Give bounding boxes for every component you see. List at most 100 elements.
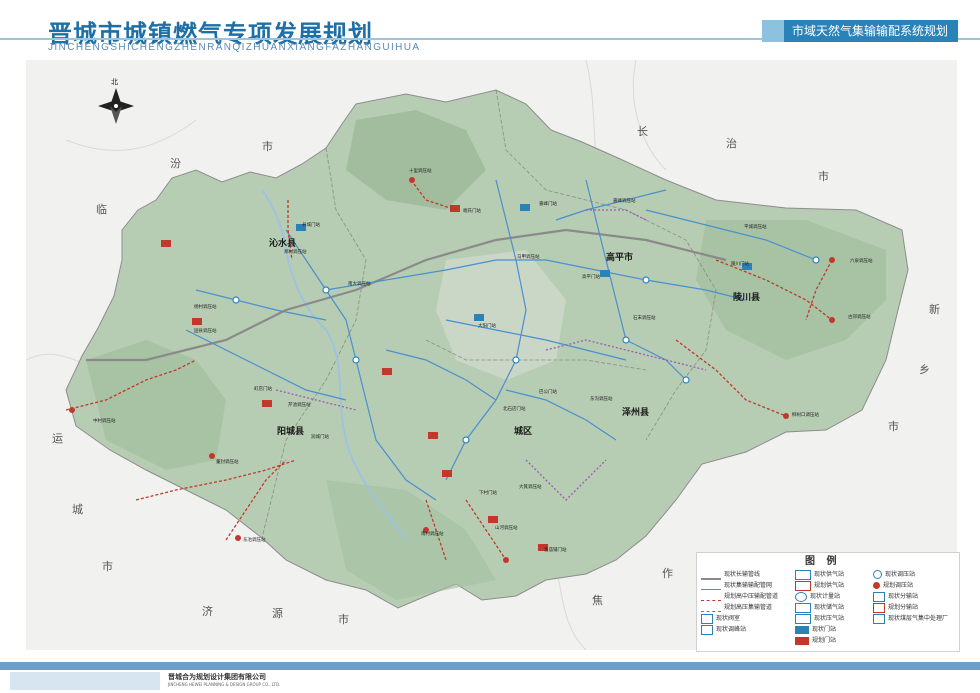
station-label: 县城门站 — [302, 221, 320, 228]
planned-gate-marker — [450, 205, 460, 212]
storage-icon — [795, 602, 811, 613]
outside-region-label: 运 — [52, 432, 63, 445]
station-label: 陵川门站 — [731, 260, 749, 267]
regulator-marker — [642, 276, 650, 284]
plan-regulator-icon — [873, 582, 880, 589]
station-label: 柳树口调压站 — [792, 411, 819, 418]
planned-regulator-marker — [209, 453, 215, 459]
outside-region-label: 乡 — [919, 363, 930, 376]
station-label: 南村调压站 — [421, 530, 444, 537]
station-label: 山河调压站 — [495, 524, 518, 531]
legend-item-label: 现状调压站 — [885, 571, 916, 578]
station-label: 高平门站 — [582, 273, 600, 280]
regulator-marker — [462, 436, 470, 444]
planned-regulator-marker — [829, 257, 835, 263]
plan-offtake-icon — [873, 602, 885, 613]
planned-gate-marker — [428, 432, 438, 439]
outside-region-label: 市 — [818, 169, 829, 183]
county-label: 泽州县 — [622, 406, 649, 418]
outside-region-label: 治 — [726, 136, 737, 150]
legend-item-label: 现状门站 — [812, 626, 837, 633]
regulator-marker — [622, 336, 630, 344]
footer-bar — [0, 662, 980, 670]
outside-region-label: 城 — [72, 503, 83, 516]
outside-region-label: 长 — [637, 125, 648, 138]
legend-item-label: 现状计量站 — [810, 593, 841, 600]
supply-icon — [795, 569, 811, 580]
outside-region-label: 新 — [929, 302, 940, 316]
station-label: 东沟调压站 — [590, 395, 613, 402]
legend-item: 规划调压站 — [873, 580, 913, 589]
legend-item: 现状集输输配管网 — [701, 580, 772, 590]
legend-item: 规划分输站 — [873, 602, 918, 613]
compressor-icon — [795, 613, 811, 624]
regulator-marker — [512, 356, 520, 364]
station-label: 董封调压站 — [216, 458, 239, 465]
plan-gate-icon — [795, 636, 809, 645]
station-label: 马甲调压站 — [517, 253, 540, 260]
legend: 图 例 现状长输管线 现状集输输配管网 规划高中压输配管道 规划高压集输管道 现状阀室现… — [696, 552, 960, 652]
gate-icon — [795, 625, 809, 634]
regulator-marker — [322, 286, 330, 294]
outside-region-label: 焦 — [592, 594, 603, 607]
planned-gate-marker — [442, 470, 452, 477]
outside-region-label: 市 — [262, 139, 273, 153]
planned-regulator-marker — [69, 407, 75, 413]
station-label: 杨村调压站 — [194, 303, 217, 310]
legend-item: 规划门站 — [795, 635, 836, 645]
outside-region-label: 汾 — [170, 157, 181, 170]
outside-region-label: 作 — [662, 567, 673, 580]
offtake-icon — [873, 591, 885, 602]
planned-regulator-marker — [235, 535, 241, 541]
outside-region-label: 临 — [96, 202, 107, 216]
station-label: 大箕调压站 — [519, 483, 542, 490]
legend-item: 现状储气站 — [795, 602, 844, 613]
planned-regulator-marker — [503, 557, 509, 563]
legend-item: 现状煤层气集中处理厂 — [873, 613, 948, 624]
legend-item: 现状长输管线 — [701, 569, 760, 580]
dash-red — [701, 600, 721, 601]
planned-regulator-marker — [409, 177, 415, 183]
gate-marker — [600, 270, 610, 277]
station-label: 巴公门站 — [539, 388, 557, 395]
company-name-en: JINCHENG HEWEI PLANNING & DESIGN GROUP C… — [168, 682, 281, 687]
station-label: 东冶调压站 — [243, 536, 266, 543]
outside-region-label: 市 — [888, 419, 899, 433]
planned-gate-marker — [382, 368, 392, 375]
legend-item-label: 现状煤层气集中处理厂 — [888, 615, 949, 622]
station-label: 町店门站 — [254, 385, 272, 392]
header: 晋城市城镇燃气专项发展规划 JINCHENGSHICHENGZHENRANQIZ… — [0, 0, 980, 60]
station-label: 南大调压站 — [348, 280, 371, 287]
legend-item-label: 规划供气站 — [814, 582, 845, 589]
station-label: 固县调压站 — [194, 327, 217, 334]
valve-icon — [701, 613, 713, 624]
legend-item-label: 规划高压集输管道 — [724, 604, 773, 611]
legend-item: 规划高中压输配管道 — [701, 591, 779, 601]
company-name: 晋城合为规划设计集团有限公司 — [168, 673, 266, 681]
gate-marker — [520, 204, 530, 211]
legend-item: 现状分输站 — [873, 591, 918, 602]
legend-item-label: 规划分输站 — [888, 604, 919, 611]
legend-item-label: 现状压气站 — [814, 615, 845, 622]
company-logo — [10, 672, 160, 690]
station-label: 十里调压站 — [409, 167, 432, 174]
legend-item: 规划供气站 — [795, 580, 844, 591]
planned-gate-marker — [262, 400, 272, 407]
legend-item: 现状调压站 — [873, 569, 915, 579]
station-label: 六泉调压站 — [850, 257, 873, 264]
regulator-marker — [352, 356, 360, 364]
station-label: 下村门站 — [479, 489, 497, 496]
station-label: 芹池调压站 — [288, 401, 311, 408]
plan-supply-icon — [795, 580, 811, 591]
legend-item-label: 现状储气站 — [814, 604, 845, 611]
planned-regulator-marker — [829, 317, 835, 323]
legend-item-label: 规划高中压输配管道 — [724, 593, 779, 600]
regulator-marker — [682, 376, 690, 384]
legend-item-label: 现状调峰站 — [716, 626, 747, 633]
legend-item-label: 规划调压站 — [883, 582, 914, 589]
station-label: 郑村调压站 — [284, 248, 307, 255]
county-label: 阳城县 — [277, 425, 304, 437]
regulator-marker — [232, 296, 240, 304]
outside-region-label: 市 — [338, 612, 349, 626]
station-label: 润城门站 — [311, 433, 329, 440]
